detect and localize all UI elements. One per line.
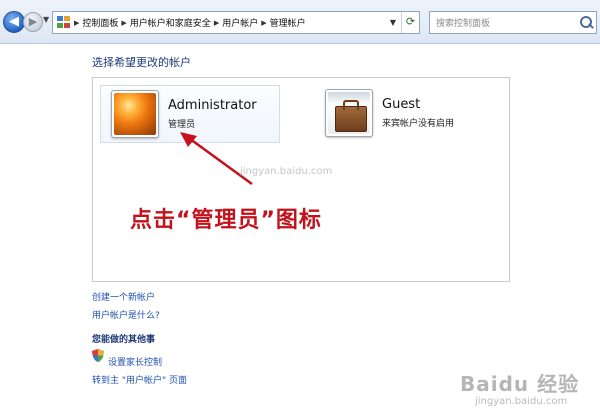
annotation-text: 点击“管理员”图标 xyxy=(130,208,322,233)
orange-flower-picture xyxy=(114,93,156,135)
parental-controls-link[interactable]: 设置家长控制 xyxy=(108,350,162,369)
control-panel-icon xyxy=(57,16,71,29)
create-account-link[interactable]: 创建一个新帐户 xyxy=(92,285,155,304)
go-to-user-accounts-link[interactable]: 转到主 "用户帐户" 页面 xyxy=(92,368,187,387)
watermark-url-bottom: jingyan.baidu.com xyxy=(475,396,568,407)
back-button[interactable]: ◀ xyxy=(3,11,25,33)
watermark-url: jingyan.baidu.com xyxy=(240,166,333,177)
create-account-link-text[interactable]: 创建一个新帐户 xyxy=(92,293,155,303)
address-toolbar: ◀ ▶ ▼ ▶ 控制面板 ▶ 用户帐户和家庭安全 ▶ 用户帐户 ▶ 管理帐户 ▼… xyxy=(0,0,600,44)
account-status: 来宾帐户没有启用 xyxy=(382,119,455,129)
shield-icon xyxy=(92,349,104,362)
baidu-watermark: Baidu 经验 xyxy=(460,372,580,396)
recent-pages-dropdown-icon[interactable]: ▼ xyxy=(43,15,49,24)
manage-accounts-window: ◀ ▶ ▼ ▶ 控制面板 ▶ 用户帐户和家庭安全 ▶ 用户帐户 ▶ 管理帐户 ▼… xyxy=(0,0,600,416)
search-placeholder: 搜索控制面板 xyxy=(436,19,491,29)
go-to-user-accounts-link-text[interactable]: 转到主 "用户帐户" 页面 xyxy=(92,376,187,386)
account-tile-administrator[interactable]: Administrator 管理员 xyxy=(100,85,280,143)
what-is-user-account-link[interactable]: 用户帐户是什么? xyxy=(92,303,160,322)
forward-button[interactable]: ▶ xyxy=(23,12,43,32)
other-tasks-title: 您能做的其他事 xyxy=(92,335,156,345)
page-heading: 选择希望更改的帐户 xyxy=(92,56,191,69)
address-dropdown-icon[interactable]: ▼ xyxy=(385,12,401,33)
address-bar[interactable]: ▶ 控制面板 ▶ 用户帐户和家庭安全 ▶ 用户帐户 ▶ 管理帐户 ▼ ⟳ xyxy=(52,11,420,34)
refresh-icon[interactable]: ⟳ xyxy=(401,12,419,33)
guest-avatar[interactable] xyxy=(325,89,373,137)
breadcrumb-manage-accounts[interactable]: 管理帐户 xyxy=(270,16,306,29)
breadcrumb-user-accounts-family-safety[interactable]: 用户帐户和家庭安全 xyxy=(130,16,211,29)
breadcrumb-separator: ▶ xyxy=(213,18,220,27)
account-tile-guest[interactable]: Guest 来宾帐户没有启用 xyxy=(315,85,495,143)
search-control-panel-input[interactable]: 搜索控制面板 xyxy=(429,11,597,34)
breadcrumb-control-panel[interactable]: 控制面板 xyxy=(82,16,118,29)
account-name: Administrator xyxy=(168,98,257,113)
administrator-avatar[interactable] xyxy=(111,90,159,138)
account-name: Guest xyxy=(382,97,421,112)
account-role: 管理员 xyxy=(168,120,196,130)
breadcrumb-user-accounts[interactable]: 用户帐户 xyxy=(222,16,258,29)
search-icon[interactable] xyxy=(576,12,596,33)
breadcrumb-separator: ▶ xyxy=(74,18,80,27)
breadcrumb-separator: ▶ xyxy=(261,18,267,27)
breadcrumb-separator: ▶ xyxy=(121,18,127,27)
accounts-panel: Administrator 管理员 Guest 来宾帐户没有启用 xyxy=(92,77,510,282)
parental-controls-link-text[interactable]: 设置家长控制 xyxy=(108,358,162,368)
what-is-user-account-link-text[interactable]: 用户帐户是什么? xyxy=(92,311,160,321)
briefcase-picture xyxy=(328,92,370,134)
